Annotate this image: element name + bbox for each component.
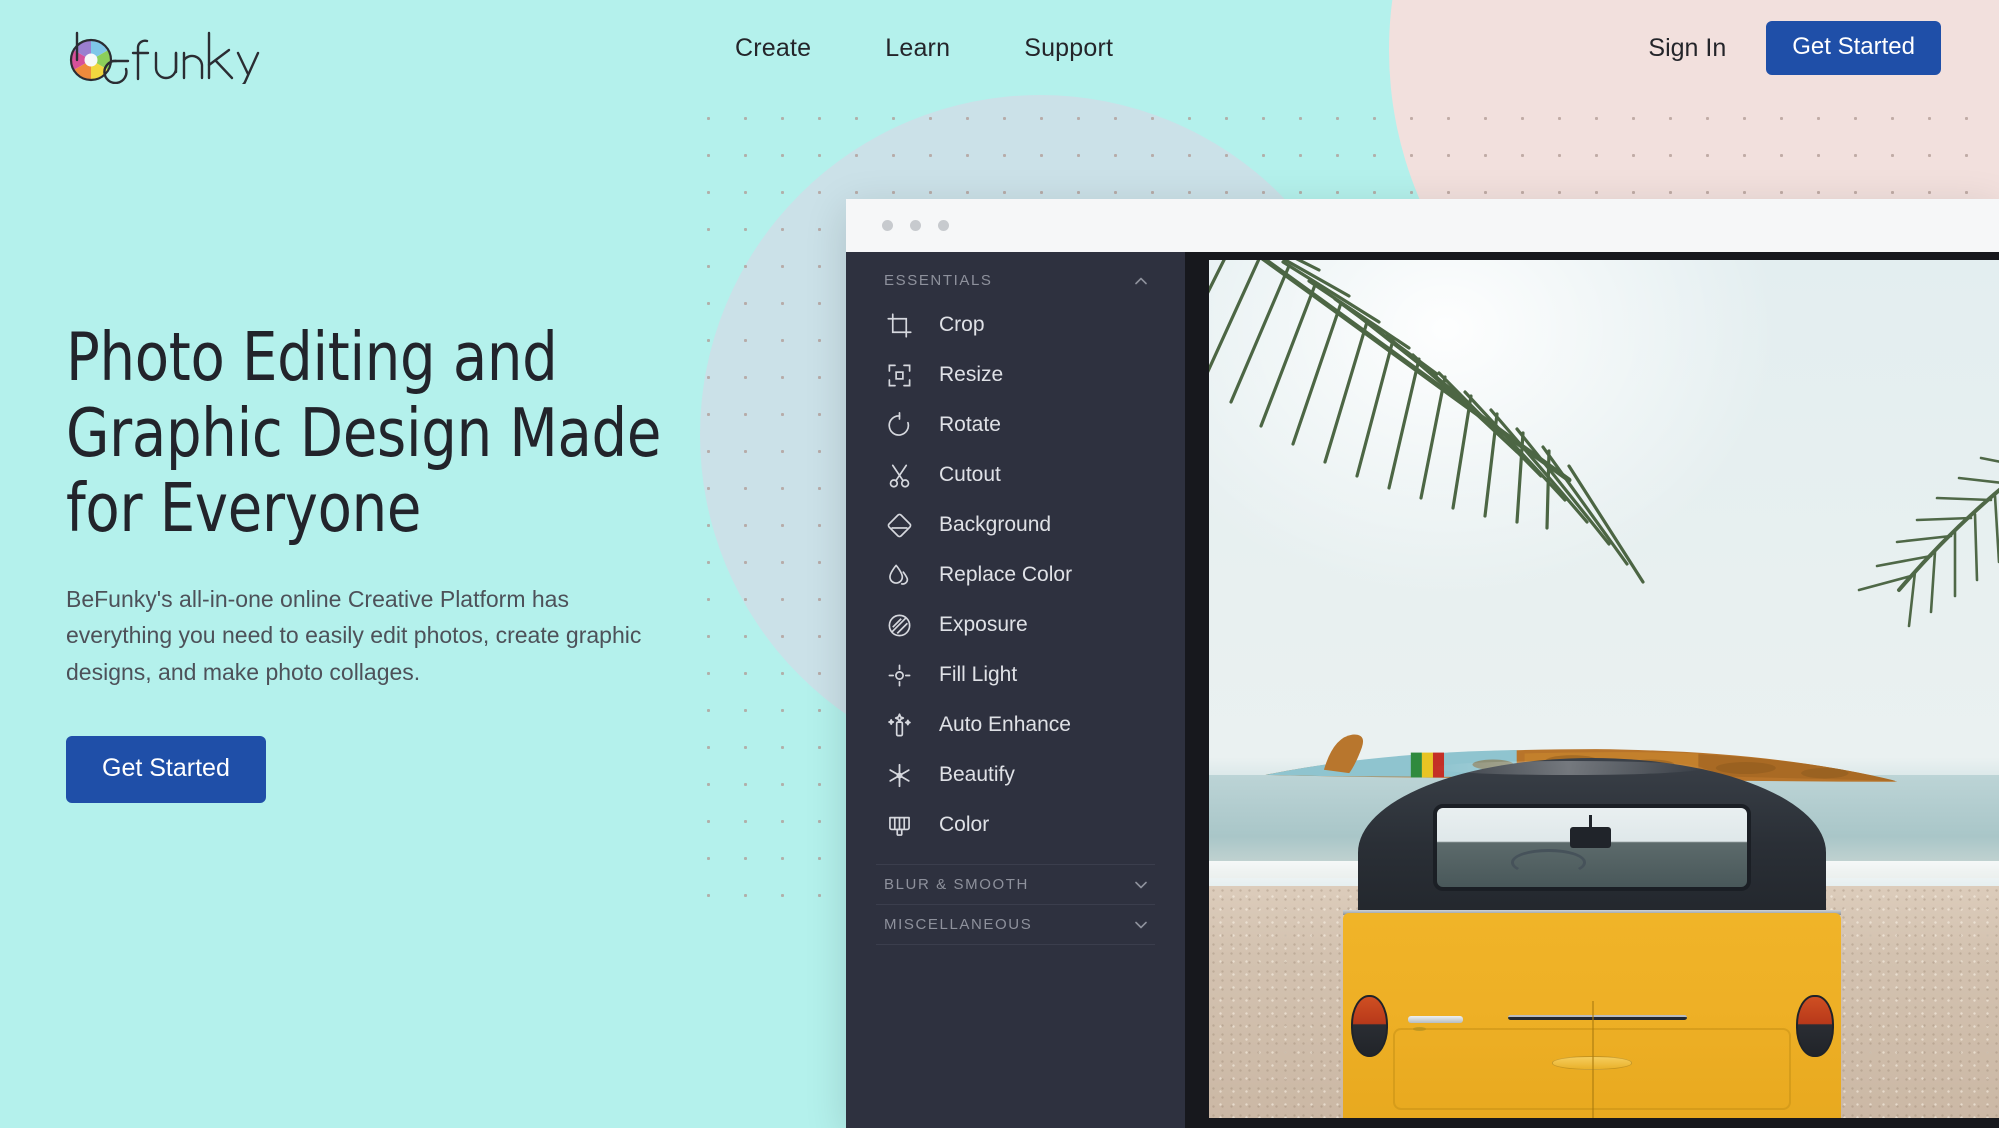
- tool-replace-color[interactable]: Replace Color: [846, 550, 1185, 600]
- vw-van: [1343, 757, 1841, 1118]
- tool-label-rotate: Rotate: [939, 413, 1001, 436]
- van-body: [1343, 912, 1841, 1118]
- window-maximize-dot[interactable]: [938, 220, 949, 231]
- sidebar-divider-3: [876, 944, 1155, 945]
- nav-link-create[interactable]: Create: [735, 34, 811, 63]
- scissors-icon: [886, 462, 913, 489]
- tool-background[interactable]: Background: [846, 500, 1185, 550]
- nav-right-actions: Sign In Get Started: [1648, 0, 1941, 96]
- section-header-miscellaneous[interactable]: MISCELLANEOUS: [846, 905, 1185, 944]
- tool-rotate[interactable]: Rotate: [846, 400, 1185, 450]
- primary-nav-links: Create Learn Support: [735, 0, 1113, 96]
- van-roof-highlight: [1433, 760, 1705, 776]
- chevron-down-icon[interactable]: [1133, 917, 1149, 933]
- chevron-up-icon[interactable]: [1133, 273, 1149, 289]
- background-icon: [886, 512, 913, 539]
- hero-section: Photo Editing and Graphic Design Made fo…: [66, 318, 706, 804]
- fill-light-icon: [886, 662, 913, 689]
- section-title-miscellaneous: MISCELLANEOUS: [884, 916, 1033, 933]
- top-navigation-bar: Create Learn Support Sign In Get Started: [0, 0, 1999, 96]
- magic-wand-icon: [886, 712, 913, 739]
- canvas-photo: [1209, 260, 1999, 1118]
- tool-beautify[interactable]: Beautify: [846, 750, 1185, 800]
- section-header-blur-and-smooth[interactable]: BLUR & SMOOTH: [846, 865, 1185, 904]
- section-title-blur-and-smooth: BLUR & SMOOTH: [884, 876, 1029, 893]
- resize-icon: [886, 362, 913, 389]
- van-door-seam: [1592, 1000, 1595, 1118]
- van-door-handle: [1407, 1016, 1463, 1023]
- get-started-button-hero[interactable]: Get Started: [66, 736, 266, 804]
- steering-wheel: [1511, 849, 1586, 876]
- page-root: Create Learn Support Sign In Get Started…: [0, 0, 1999, 1128]
- tool-label-resize: Resize: [939, 363, 1004, 386]
- tool-exposure[interactable]: Exposure: [846, 600, 1185, 650]
- van-taillight-left: [1350, 995, 1389, 1057]
- tool-crop[interactable]: Crop: [846, 300, 1185, 350]
- tool-label-cutout: Cutout: [939, 463, 1001, 486]
- tool-resize[interactable]: Resize: [846, 350, 1185, 400]
- beautify-icon: [886, 762, 913, 789]
- rearview-mirror: [1570, 815, 1611, 848]
- tool-label-color: Color: [939, 813, 990, 836]
- editor-tool-sidebar: ESSENTIALS Crop Resize Rotate Cutout Bac…: [846, 252, 1185, 1128]
- tool-label-auto-enhance: Auto Enhance: [939, 713, 1071, 736]
- window-close-dot[interactable]: [882, 220, 893, 231]
- window-minimize-dot[interactable]: [910, 220, 921, 231]
- befunky-wordmark-icon: [69, 31, 260, 84]
- van-taillight-right: [1796, 995, 1834, 1057]
- van-rear-window: [1432, 804, 1752, 891]
- exposure-icon: [886, 612, 913, 639]
- nav-link-support[interactable]: Support: [1024, 34, 1113, 63]
- tool-auto-enhance[interactable]: Auto Enhance: [846, 700, 1185, 750]
- color-palette-icon: [886, 812, 913, 839]
- editor-window-mockup: ESSENTIALS Crop Resize Rotate Cutout Bac…: [846, 199, 1999, 1128]
- tool-label-background: Background: [939, 513, 1052, 536]
- hero-subtitle: BeFunky's all-in-one online Creative Pla…: [66, 586, 642, 685]
- page-title: Photo Editing and Graphic Design Made fo…: [66, 318, 662, 548]
- window-titlebar: [846, 199, 1999, 252]
- tool-label-fill-light: Fill Light: [939, 663, 1018, 686]
- tool-color[interactable]: Color: [846, 800, 1185, 850]
- hero-title-line-1: Photo Editing and: [66, 318, 558, 396]
- tool-label-crop: Crop: [939, 313, 985, 336]
- hero-title-line-3: for Everyone: [66, 469, 422, 548]
- befunky-logo[interactable]: [60, 14, 265, 84]
- tool-fill-light[interactable]: Fill Light: [846, 650, 1185, 700]
- get-started-button-nav[interactable]: Get Started: [1766, 21, 1941, 75]
- tool-label-replace-color: Replace Color: [939, 563, 1073, 586]
- editor-body: ESSENTIALS Crop Resize Rotate Cutout Bac…: [846, 252, 1999, 1128]
- editor-canvas-area[interactable]: [1185, 252, 1999, 1128]
- section-header-essentials[interactable]: ESSENTIALS: [846, 261, 1185, 300]
- nav-link-learn[interactable]: Learn: [885, 34, 950, 63]
- tool-label-beautify: Beautify: [939, 763, 1015, 786]
- rotate-icon: [886, 411, 913, 439]
- section-title-essentials: ESSENTIALS: [884, 272, 993, 289]
- droplet-icon: [886, 562, 913, 589]
- tool-cutout[interactable]: Cutout: [846, 450, 1185, 500]
- van-vent: [1507, 1015, 1687, 1020]
- chevron-down-icon[interactable]: [1133, 877, 1149, 893]
- hero-title-line-2: Graphic Design Made: [66, 393, 662, 472]
- tool-label-exposure: Exposure: [939, 613, 1028, 636]
- crop-icon: [886, 312, 913, 339]
- sign-in-link[interactable]: Sign In: [1648, 34, 1726, 63]
